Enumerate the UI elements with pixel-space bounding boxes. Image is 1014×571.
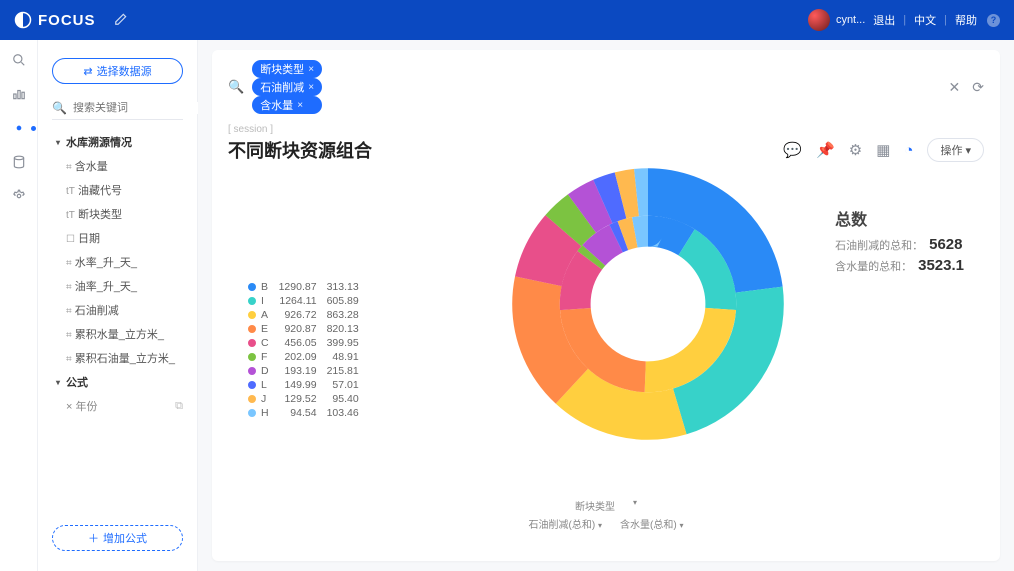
field-item[interactable]: tT 断块类型 bbox=[38, 202, 197, 226]
donut-chart bbox=[508, 164, 788, 444]
chevron-down-icon: ▾ bbox=[633, 498, 637, 513]
triangle-icon: ▾ bbox=[56, 378, 60, 387]
topbar-links: 退出| 中文| 帮助 ? bbox=[873, 12, 1000, 28]
query-chip[interactable]: 含水量× bbox=[252, 96, 322, 114]
chip-close-icon[interactable]: × bbox=[308, 82, 314, 93]
field-item[interactable]: ☐ 日期 bbox=[38, 226, 197, 250]
chart-footer: 断块类型 ▾ 石油削减(总和) ▾ 含水量(总和) ▾ bbox=[228, 498, 984, 531]
help-badge-icon: ? bbox=[987, 14, 1000, 27]
field-type-icon: tT bbox=[66, 210, 75, 221]
rail-chart-icon[interactable] bbox=[11, 86, 27, 102]
help-link[interactable]: 帮助 bbox=[955, 12, 977, 28]
search-input[interactable] bbox=[73, 102, 215, 114]
field-type-icon: ⌗ bbox=[66, 282, 72, 293]
edit-icon[interactable] bbox=[114, 12, 128, 29]
nav-rail bbox=[0, 40, 38, 571]
query-chip[interactable]: 石油削减× bbox=[252, 78, 322, 96]
field-item[interactable]: ⌗ 油率_升_天_ bbox=[38, 274, 197, 298]
refresh-icon[interactable]: ⟳ bbox=[972, 79, 984, 96]
totals-value-0: 5628 bbox=[929, 236, 962, 253]
totals-head: 总数 bbox=[835, 206, 964, 230]
clear-icon[interactable]: ✕ bbox=[949, 79, 961, 96]
section-head[interactable]: ▾公式 bbox=[38, 370, 197, 394]
query-chip[interactable]: 断块类型× bbox=[252, 60, 322, 78]
logo-text: FOCUS bbox=[38, 12, 96, 29]
field-type-icon: ⌗ bbox=[66, 306, 72, 317]
plus-icon: ＋ bbox=[88, 530, 99, 546]
field-type-icon: tT bbox=[66, 186, 75, 197]
totals-label-1: 含水量的总和： bbox=[835, 261, 912, 273]
rail-settings-icon[interactable] bbox=[11, 188, 27, 204]
panel: 🔍 断块类型×石油削减×含水量× ✕ ⟳ [ session ] 不同断块资源组… bbox=[212, 50, 1000, 561]
rail-search-icon[interactable] bbox=[11, 52, 27, 68]
legend-row[interactable]: I1264.11605.89 bbox=[248, 294, 369, 308]
field-type-icon: × bbox=[66, 401, 72, 413]
footer-cat[interactable]: 断块类型 bbox=[575, 498, 615, 513]
chip-close-icon[interactable]: × bbox=[297, 100, 303, 111]
lang-link[interactable]: 中文 bbox=[914, 12, 936, 28]
query-bar: 🔍 断块类型×石油削减×含水量× ✕ ⟳ bbox=[228, 60, 984, 114]
breadcrumb: [ session ] bbox=[228, 124, 984, 135]
legend-row[interactable]: L149.9957.01 bbox=[248, 378, 369, 392]
field-item[interactable]: ⌗ 累积石油量_立方米_ bbox=[38, 346, 197, 370]
chevron-down-icon: ▾ bbox=[679, 521, 683, 530]
legend-row[interactable]: H94.54103.46 bbox=[248, 406, 369, 420]
field-type-icon: ⌗ bbox=[66, 258, 72, 269]
query-search-icon[interactable]: 🔍 bbox=[228, 79, 244, 95]
logo-icon bbox=[14, 11, 32, 29]
username[interactable]: cynt... bbox=[836, 14, 865, 26]
totals-value-1: 3523.1 bbox=[918, 257, 964, 274]
sidebar-search[interactable]: 🔍 bbox=[52, 96, 183, 120]
select-datasource-label: 选择数据源 bbox=[97, 63, 152, 79]
rail-query-icon[interactable] bbox=[11, 120, 27, 136]
avatar[interactable] bbox=[808, 9, 830, 31]
add-formula-label: 增加公式 bbox=[103, 530, 147, 546]
field-item[interactable]: ⌗ 水率_升_天_ bbox=[38, 250, 197, 274]
totals-label-0: 石油削减的总和： bbox=[835, 240, 923, 252]
footer-series-b[interactable]: 含水量(总和) bbox=[620, 520, 677, 531]
search-icon: 🔍 bbox=[52, 101, 67, 115]
logout-link[interactable]: 退出 bbox=[873, 12, 895, 28]
copy-icon[interactable]: ⧉ bbox=[175, 400, 183, 413]
legend-row[interactable]: E920.87820.13 bbox=[248, 322, 369, 336]
legend-row[interactable]: F202.0948.91 bbox=[248, 350, 369, 364]
legend-row[interactable]: A926.72863.28 bbox=[248, 308, 369, 322]
legend-row[interactable]: C456.05399.95 bbox=[248, 336, 369, 350]
field-type-icon: ⌗ bbox=[66, 330, 72, 341]
chart-zone: B1290.87313.13I1264.11605.89A926.72863.2… bbox=[228, 150, 984, 533]
main: 🔍 断块类型×石油削减×含水量× ✕ ⟳ [ session ] 不同断块资源组… bbox=[198, 40, 1014, 571]
legend-row[interactable]: B1290.87313.13 bbox=[248, 280, 369, 294]
field-item[interactable]: tT 油藏代号 bbox=[38, 178, 197, 202]
field-item[interactable]: ⌗ 累积水量_立方米_ bbox=[38, 322, 197, 346]
field-item[interactable]: ⌗ 石油削减 bbox=[38, 298, 197, 322]
triangle-icon: ▾ bbox=[56, 138, 60, 147]
formula-item[interactable]: × 年份⧉ bbox=[38, 394, 197, 418]
select-datasource-button[interactable]: ⇄ 选择数据源 bbox=[52, 58, 183, 84]
field-type-icon: ☐ bbox=[66, 234, 75, 245]
legend-row[interactable]: D193.19215.81 bbox=[248, 364, 369, 378]
rail-db-icon[interactable] bbox=[11, 154, 27, 170]
sidebar: ⇄ 选择数据源 🔍 ▾水库溯源情况⌗ 含水量tT 油藏代号tT 断块类型☐ 日期… bbox=[38, 40, 198, 571]
legend-row[interactable]: J129.5295.40 bbox=[248, 392, 369, 406]
logo: FOCUS bbox=[14, 11, 96, 29]
swap-icon: ⇄ bbox=[83, 65, 92, 78]
topbar: FOCUS cynt... 退出| 中文| 帮助 ? bbox=[0, 0, 1014, 40]
footer-series-a[interactable]: 石油削减(总和) bbox=[529, 520, 596, 531]
section-head[interactable]: ▾水库溯源情况 bbox=[38, 130, 197, 154]
field-type-icon: ⌗ bbox=[66, 354, 72, 365]
legend: B1290.87313.13I1264.11605.89A926.72863.2… bbox=[248, 280, 369, 420]
chevron-down-icon: ▾ bbox=[598, 521, 602, 530]
totals: 总数 石油削减的总和： 5628 含水量的总和： 3523.1 bbox=[835, 206, 964, 278]
field-type-icon: ⌗ bbox=[66, 162, 72, 173]
add-formula-button[interactable]: ＋ 增加公式 bbox=[52, 525, 183, 551]
chip-close-icon[interactable]: × bbox=[308, 64, 314, 75]
field-item[interactable]: ⌗ 含水量 bbox=[38, 154, 197, 178]
